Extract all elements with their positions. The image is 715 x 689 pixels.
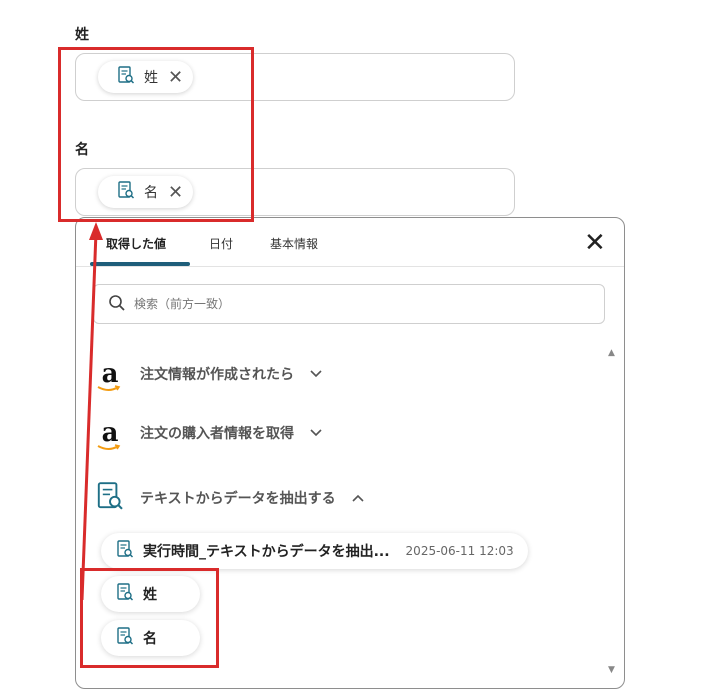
- annotation-arrow: [80, 222, 103, 601]
